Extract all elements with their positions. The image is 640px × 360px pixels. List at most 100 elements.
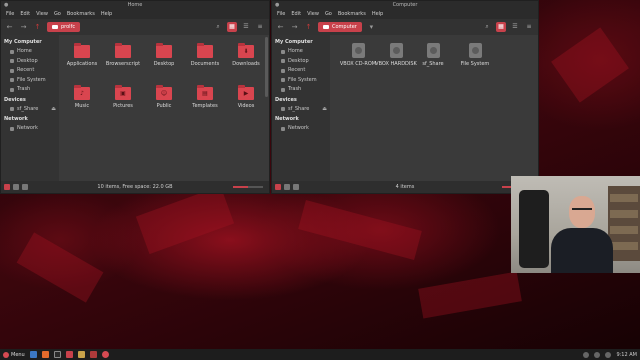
- chair: [519, 190, 549, 268]
- menu-go[interactable]: Go: [54, 10, 61, 19]
- sidebar-item-label: Trash: [17, 86, 31, 92]
- drive-item-sf-share[interactable]: sf_Share: [414, 43, 452, 67]
- volume-icon[interactable]: [605, 351, 612, 358]
- places-toggle-icon[interactable]: [4, 184, 10, 190]
- list-view-icon[interactable]: ☰: [241, 22, 251, 32]
- menu-file[interactable]: File: [277, 10, 285, 19]
- network-tray-icon[interactable]: [594, 351, 601, 358]
- menu-view[interactable]: View: [307, 10, 319, 19]
- file-area[interactable]: Applications Browserscript Desktop Docum…: [59, 35, 269, 181]
- file-item-public[interactable]: ☺ Public: [145, 85, 183, 109]
- sidebar-item-recent[interactable]: Recent: [1, 66, 59, 76]
- sidebar-item-sf-share[interactable]: sf_Share ⏏: [1, 105, 59, 115]
- file-item-templates[interactable]: ▤ Templates: [186, 85, 224, 109]
- sidebar-item-desktop[interactable]: Desktop: [1, 57, 59, 67]
- path-button[interactable]: Computer: [318, 22, 362, 32]
- sidebar-item-file-system[interactable]: File System: [272, 76, 330, 86]
- tree-toggle-icon[interactable]: [13, 184, 19, 190]
- sidebar-heading-devices[interactable]: Devices: [272, 95, 330, 105]
- sidebar-item-trash[interactable]: Trash: [1, 85, 59, 95]
- eject-icon[interactable]: ⏏: [51, 106, 56, 114]
- menu-edit[interactable]: Edit: [20, 10, 30, 19]
- sidebar-heading-network[interactable]: Network: [272, 114, 330, 124]
- network-icon: [10, 126, 14, 131]
- sidebar-item-recent[interactable]: Recent: [272, 66, 330, 76]
- file-item-documents[interactable]: Documents: [186, 43, 224, 67]
- search-icon[interactable]: ⌕: [213, 22, 223, 32]
- path-button[interactable]: prolfc: [47, 22, 81, 32]
- back-arrow-icon[interactable]: ←: [276, 23, 285, 32]
- file-item-browserscript[interactable]: Browserscript: [104, 43, 142, 67]
- eject-icon[interactable]: ⏏: [322, 106, 327, 114]
- path-dropdown-icon[interactable]: ▾: [367, 23, 376, 32]
- optical-drive-icon: [351, 43, 365, 58]
- compact-view-icon[interactable]: ≡: [524, 22, 534, 32]
- hide-sidebar-icon[interactable]: [22, 184, 28, 190]
- computer-icon: [323, 25, 329, 29]
- sidebar-item-home[interactable]: Home: [272, 47, 330, 57]
- forward-arrow-icon[interactable]: →: [19, 23, 28, 32]
- path-label: Computer: [332, 24, 357, 30]
- home-window-task-icon[interactable]: [89, 351, 97, 358]
- scrollbar[interactable]: [265, 37, 268, 97]
- file-item-videos[interactable]: ▶ Videos: [227, 85, 265, 109]
- up-arrow-icon[interactable]: ↑: [304, 23, 313, 32]
- menu-help[interactable]: Help: [372, 10, 383, 19]
- menu-go[interactable]: Go: [325, 10, 332, 19]
- sidebar-item-trash[interactable]: Trash: [272, 85, 330, 95]
- sidebar-item-home[interactable]: Home: [1, 47, 59, 57]
- clock[interactable]: 9:12 AM: [616, 352, 637, 358]
- file-manager-icon[interactable]: [65, 351, 73, 358]
- zoom-slider[interactable]: [233, 186, 263, 188]
- back-arrow-icon[interactable]: ←: [5, 23, 14, 32]
- title-bar[interactable]: ● Computer: [272, 1, 538, 10]
- firefox-icon[interactable]: [41, 351, 49, 358]
- computer-window-task-icon[interactable]: [101, 351, 109, 358]
- hide-sidebar-icon[interactable]: [293, 184, 299, 190]
- file-item-pictures[interactable]: ▣ Pictures: [104, 85, 142, 109]
- menu-bookmarks[interactable]: Bookmarks: [338, 10, 366, 19]
- list-view-icon[interactable]: ☰: [510, 22, 520, 32]
- compact-view-icon[interactable]: ≡: [255, 22, 265, 32]
- menu-view[interactable]: View: [36, 10, 48, 19]
- drive-item-vbox-harddisk[interactable]: VBOX HARDDISK: [374, 43, 418, 67]
- title-bar[interactable]: ● Home: [1, 1, 269, 10]
- search-icon[interactable]: ⌕: [482, 22, 492, 32]
- sidebar-heading-my-computer[interactable]: My Computer: [1, 37, 59, 47]
- icon-view-icon[interactable]: ▦: [496, 22, 506, 32]
- menu-file[interactable]: File: [6, 10, 14, 19]
- sidebar-item-network[interactable]: Network: [1, 124, 59, 134]
- notifications-icon[interactable]: [583, 351, 590, 358]
- files-icon[interactable]: [77, 351, 85, 358]
- sidebar-heading-network[interactable]: Network: [1, 114, 59, 124]
- forward-arrow-icon[interactable]: →: [290, 23, 299, 32]
- sidebar-heading-my-computer[interactable]: My Computer: [272, 37, 330, 47]
- menu-edit[interactable]: Edit: [291, 10, 301, 19]
- terminal-icon[interactable]: [53, 351, 61, 358]
- show-desktop-icon[interactable]: [29, 351, 37, 358]
- desktop-icon: [10, 59, 14, 64]
- pictures-folder-icon: ▣: [115, 85, 131, 100]
- drive-item-file-system[interactable]: File System: [456, 43, 494, 67]
- file-area[interactable]: VBOX CD-ROM VBOX HARDDISK sf_Share File …: [330, 35, 538, 181]
- sidebar-heading-devices[interactable]: Devices: [1, 95, 59, 105]
- menu-help[interactable]: Help: [101, 10, 112, 19]
- icon-view-icon[interactable]: ▦: [227, 22, 237, 32]
- tree-toggle-icon[interactable]: [284, 184, 290, 190]
- folder-icon: [74, 43, 90, 58]
- places-toggle-icon[interactable]: [275, 184, 281, 190]
- file-item-desktop[interactable]: Desktop: [145, 43, 183, 67]
- file-item-applications[interactable]: Applications: [63, 43, 101, 67]
- window-menu-icon[interactable]: ●: [4, 2, 8, 9]
- up-arrow-icon[interactable]: ↑: [33, 23, 42, 32]
- sidebar-item-file-system[interactable]: File System: [1, 76, 59, 86]
- file-item-downloads[interactable]: ⬇ Downloads: [227, 43, 265, 67]
- menu-bookmarks[interactable]: Bookmarks: [67, 10, 95, 19]
- file-item-music[interactable]: ♪ Music: [63, 85, 101, 109]
- sidebar-item-network[interactable]: Network: [272, 124, 330, 134]
- window-menu-icon[interactable]: ●: [275, 2, 279, 9]
- sidebar-item-desktop[interactable]: Desktop: [272, 57, 330, 67]
- sidebar-item-label: Desktop: [17, 57, 38, 64]
- start-menu-button[interactable]: Menu: [3, 351, 25, 358]
- sidebar-item-sf-share[interactable]: sf_Share ⏏: [272, 105, 330, 115]
